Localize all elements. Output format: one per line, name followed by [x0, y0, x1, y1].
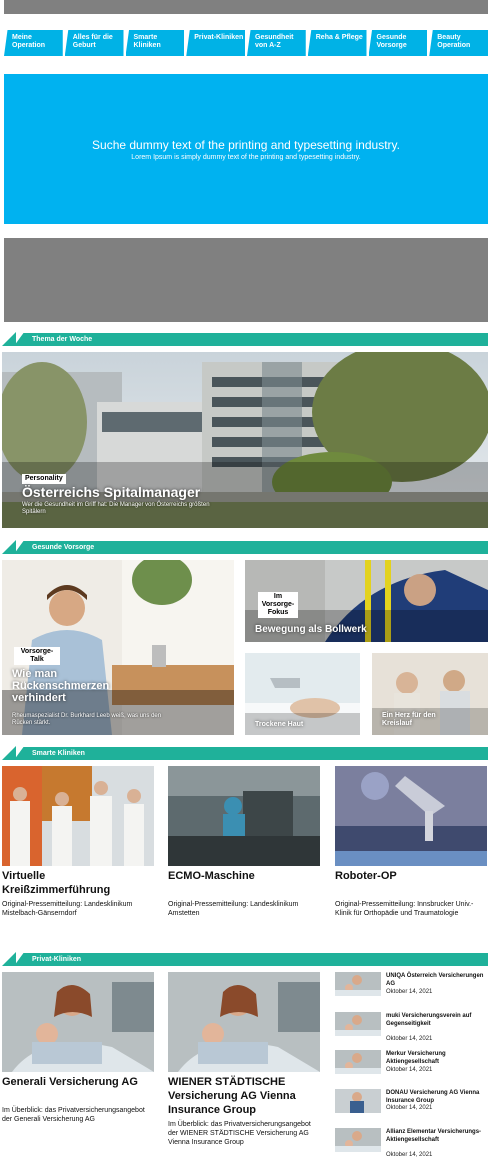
side-item-date: Oktober 14, 2021 [386, 1152, 433, 1158]
side-item-date: Oktober 14, 2021 [386, 1067, 433, 1073]
side-thumb-image [335, 1128, 381, 1152]
vorsorge-main-desc: Rheumaspezialist Dr. Burkhard Leeb weiß,… [12, 713, 162, 726]
vorsorge-bottom-left-title[interactable]: Trockene Haut [255, 721, 303, 729]
privat-side-item[interactable]: Allianz Elementar Versicherungs-Aktienge… [335, 1128, 490, 1162]
thema-title[interactable]: Österreichs Spitalmanager [22, 484, 200, 500]
smarte-card-3-title[interactable]: Roboter-OP [335, 869, 487, 883]
section-corner-icon [2, 540, 16, 554]
privat-card-1-desc: Im Überblick: das Privatversicherungsang… [2, 1107, 145, 1123]
smarte-card-3-desc: Original-Pressemitteilung: Innsbrucker U… [335, 901, 474, 917]
privat-card-1-image[interactable] [2, 972, 154, 1072]
nav-item-reha-pflege[interactable]: Reha & Pflege [307, 30, 367, 56]
ad-placeholder [4, 238, 488, 322]
privat-card-2-desc: Im Überblick: das Privatversicherungsang… [168, 1121, 311, 1146]
top-banner-placeholder [4, 0, 488, 14]
side-thumb-image [335, 1050, 381, 1074]
privat-side-item[interactable]: Merkur Versicherung Aktiengesellschaft O… [335, 1050, 490, 1084]
smarte-card-2-image[interactable] [168, 766, 320, 866]
smarte-card-1-desc: Original-Pressemitteilung: Landeskliniku… [2, 901, 133, 917]
side-item-title: muki Versicherungsverein auf Gegenseitig… [386, 1013, 472, 1027]
side-thumb-image [335, 1012, 381, 1036]
privat-card-2-title[interactable]: WIENER STÄDTISCHE Versicherung AG Vienna… [168, 1075, 323, 1117]
side-item-title: Merkur Versicherung Aktiengesellschaft [386, 1051, 446, 1065]
nav-item-smarte-kliniken[interactable]: Smarte Kliniken [125, 30, 185, 56]
hero-subtitle: Lorem Ipsum is simply dummy text of the … [131, 154, 361, 161]
smarte-card-2-desc: Original-Pressemitteilung: Landeskliniku… [168, 901, 299, 917]
nav-item-beauty-operation[interactable]: Beauty Operation [429, 30, 488, 56]
privat-side-item[interactable]: DONAU Versicherung AG Vienna Insurance G… [335, 1089, 490, 1123]
category-nav: Meine Operation Alles für die Geburt Sma… [4, 30, 488, 56]
nav-item-gesundheit-a-z[interactable]: Gesundheit von A-Z [247, 30, 306, 56]
privat-card-2-image[interactable] [168, 972, 320, 1072]
section-corner-icon [2, 746, 16, 760]
privat-side-item[interactable]: muki Versicherungsverein auf Gegenseitig… [335, 1012, 490, 1046]
smarte-card-3-image[interactable] [335, 766, 487, 866]
side-item-date: Oktober 14, 2021 [386, 1105, 433, 1111]
vorsorge-main-tag: Vorsorge-Talk [14, 647, 60, 665]
side-thumb-image [335, 1089, 381, 1113]
section-header-smarte: Smarte Kliniken [14, 747, 488, 760]
vorsorge-main-title[interactable]: Wie man Rückenschmerzen verhindert [12, 668, 137, 704]
side-item-title: DONAU Versicherung AG Vienna Insurance G… [386, 1090, 480, 1104]
side-item-title: Allianz Elementar Versicherungs-Aktienge… [386, 1129, 482, 1143]
side-item-date: Oktober 14, 2021 [386, 1036, 433, 1042]
smarte-card-1-image[interactable] [2, 766, 154, 866]
nav-item-meine-operation[interactable]: Meine Operation [4, 30, 63, 56]
section-header-vorsorge: Gesunde Vorsorge [14, 541, 488, 554]
smarte-card-1-title[interactable]: Virtuelle Kreißzimmerführung [2, 869, 152, 897]
section-corner-icon [2, 332, 16, 346]
thema-desc: Wer die Gesundheit im Griff hat: Die Man… [22, 502, 210, 515]
privat-side-item[interactable]: UNIQA Österreich Versicherungen AG Oktob… [335, 972, 490, 1006]
section-header-thema: Thema der Woche [14, 333, 488, 346]
nav-item-geburt[interactable]: Alles für die Geburt [64, 30, 124, 56]
section-header-privat: Privat-Kliniken [14, 953, 488, 966]
nav-item-gesunde-vorsorge[interactable]: Gesunde Vorsorge [368, 30, 428, 56]
vorsorge-top-right-title[interactable]: Bewegung als Bollwerk [255, 624, 367, 636]
vorsorge-top-right-tag: Im Vorsorge-Fokus [258, 592, 298, 618]
section-corner-icon [2, 952, 16, 966]
thema-tag: Personality [22, 474, 66, 484]
nav-item-privat-kliniken[interactable]: Privat-Kliniken [186, 30, 245, 56]
vorsorge-bottom-right-title[interactable]: Ein Herz für den Kreislauf [382, 712, 452, 728]
hero-title: Suche dummy text of the printing and typ… [92, 138, 400, 152]
smarte-card-2-title[interactable]: ECMO-Maschine [168, 869, 318, 883]
hero-banner[interactable]: Suche dummy text of the printing and typ… [4, 74, 488, 224]
side-item-date: Oktober 14, 2021 [386, 989, 433, 995]
privat-card-1-title[interactable]: Generali Versicherung AG [2, 1075, 152, 1089]
side-item-title: UNIQA Österreich Versicherungen AG [386, 973, 484, 987]
side-thumb-image [335, 972, 381, 996]
